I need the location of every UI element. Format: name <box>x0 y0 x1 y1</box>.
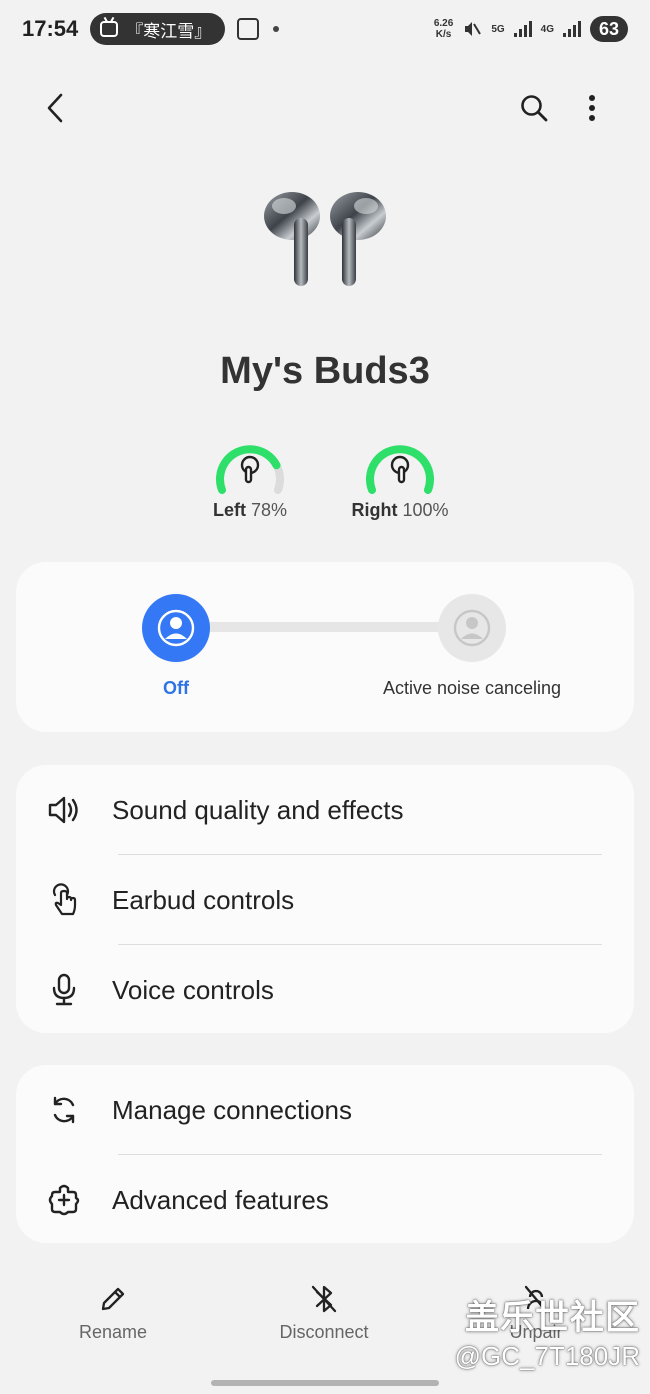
signal-icon-2 <box>563 21 581 37</box>
list-item-advanced-features[interactable]: Advanced features <box>16 1155 634 1245</box>
network-4g: 4G <box>540 23 554 35</box>
rename-button[interactable]: Rename <box>33 1282 193 1343</box>
media-title: 『寒江雪』 <box>126 21 212 41</box>
noise-off-option[interactable] <box>142 594 210 662</box>
back-button[interactable] <box>32 84 80 132</box>
status-time: 17:54 <box>22 16 79 41</box>
net-speed-unit: K/s <box>435 29 452 40</box>
list-item-label: Manage connections <box>112 1094 352 1125</box>
list-item-sound-quality[interactable]: Sound quality and effects <box>16 765 634 855</box>
list-item-label: Sound quality and effects <box>112 794 404 825</box>
person-icon-muted <box>453 609 491 647</box>
watermark: 盖乐世社区 @GC_7T180JR <box>455 1290 640 1372</box>
notification-dot-icon <box>273 26 280 32</box>
settings-card-connections: Manage connections Advanced features <box>16 1065 634 1243</box>
home-indicator[interactable] <box>211 1380 439 1386</box>
right-bud-battery: Right 100% <box>335 436 465 521</box>
noise-control-track[interactable] <box>194 622 474 632</box>
watermark-line1: 盖乐世社区 <box>465 1299 640 1337</box>
list-item-label: Earbud controls <box>112 884 295 915</box>
right-value: 100% <box>402 500 449 520</box>
search-button[interactable] <box>510 84 558 132</box>
sync-icon <box>53 1096 75 1124</box>
more-vertical-icon <box>589 95 595 121</box>
left-battery-gauge <box>216 445 284 494</box>
speaker-icon <box>48 796 78 824</box>
disconnect-label: Disconnect <box>279 1322 369 1342</box>
back-icon <box>47 93 63 123</box>
settings-card-audio: Sound quality and effects Earbud control… <box>16 765 634 1033</box>
list-item-manage-connections[interactable]: Manage connections <box>16 1065 634 1155</box>
anc-label[interactable]: Active noise canceling <box>352 678 592 699</box>
list-item-earbud-controls[interactable]: Earbud controls <box>16 855 634 945</box>
right-label: Right <box>351 500 398 520</box>
noise-off-label[interactable]: Off <box>126 678 226 699</box>
media-notification-pill[interactable]: 『寒江雪』 <box>90 13 226 45</box>
list-item-label: Advanced features <box>112 1184 329 1215</box>
network-5g: 5G <box>491 23 505 35</box>
signal-icon <box>513 21 532 37</box>
screen-capture-icon <box>237 18 260 40</box>
anc-option[interactable] <box>438 594 506 662</box>
person-icon <box>157 609 195 647</box>
rename-label: Rename <box>78 1322 148 1342</box>
list-item-label: Voice controls <box>112 974 274 1005</box>
earbuds-image <box>264 192 386 286</box>
bluetooth-off-icon <box>311 1285 337 1313</box>
device-name: My's Buds3 <box>220 350 430 392</box>
more-options-button[interactable] <box>568 84 616 132</box>
net-speed-value: 6.26 <box>433 18 454 29</box>
right-battery-gauge <box>366 445 434 494</box>
search-icon <box>521 95 548 122</box>
battery-indicator: 63 <box>590 16 628 42</box>
touch-icon <box>52 883 77 916</box>
noise-control-card: Off Active noise canceling <box>16 562 634 732</box>
left-value: 78% <box>250 500 288 520</box>
top-app-bar <box>0 80 650 136</box>
mute-icon <box>465 22 482 36</box>
microphone-icon <box>52 973 76 1006</box>
tv-icon <box>100 21 119 37</box>
list-item-voice-controls[interactable]: Voice controls <box>16 945 634 1035</box>
pencil-icon <box>101 1287 125 1311</box>
disconnect-button[interactable]: Disconnect <box>244 1282 404 1343</box>
puzzle-icon <box>48 1184 80 1216</box>
watermark-line2: @GC_7T180JR <box>454 1341 640 1371</box>
left-bud-battery: Left 78% <box>185 436 315 521</box>
status-bar: 17:54 『寒江雪』 6.26 K/s 5G 4G 63 <box>0 0 650 58</box>
net-speed: 6.26 K/s <box>434 18 453 40</box>
left-label: Left <box>212 500 246 520</box>
